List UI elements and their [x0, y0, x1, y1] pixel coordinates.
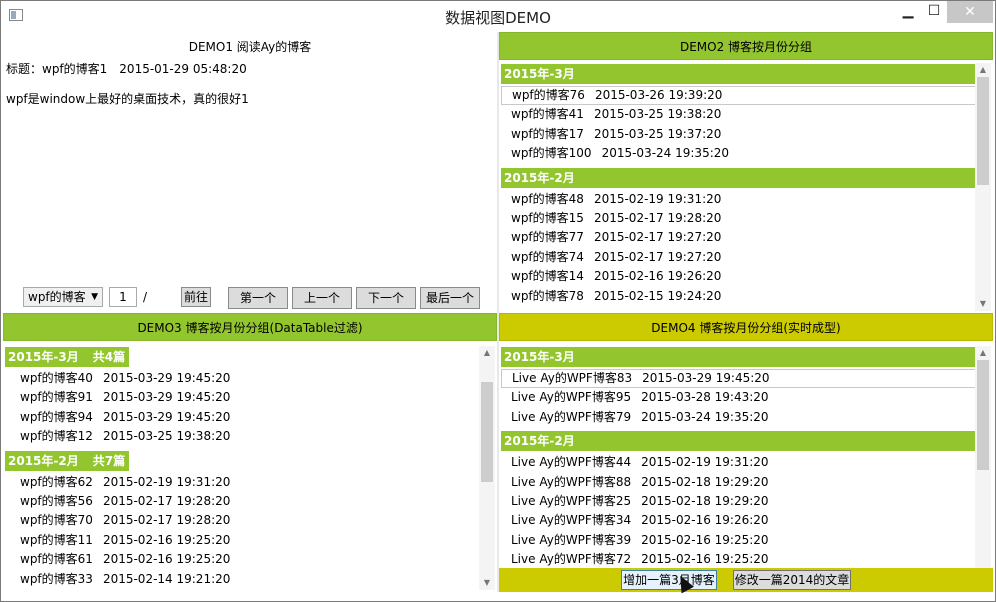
demo4-scrollbar[interactable]: ▲ ▼	[975, 346, 991, 590]
list-item[interactable]: Live Ay的WPF博客39 2015-02-16 19:25:20	[501, 531, 977, 550]
window-title: 数据视图DEMO	[445, 9, 551, 27]
first-button[interactable]: 第一个	[228, 287, 288, 309]
list-item[interactable]: wpf的博客77 2015-02-17 19:27:20	[501, 228, 977, 247]
scroll-up-icon[interactable]: ▲	[479, 346, 495, 360]
demo2-scrollbar[interactable]: ▲ ▼	[975, 63, 991, 311]
list-item[interactable]: wpf的博客33 2015-02-14 19:21:20	[5, 570, 481, 589]
list-item[interactable]: wpf的博客15 2015-02-17 19:28:20	[501, 209, 977, 228]
title-bar[interactable]: 数据视图DEMO ▁ ☐ ✕	[1, 1, 995, 31]
demo3-title: DEMO3 博客按月份分组(DataTable过滤)	[3, 313, 497, 341]
next-button[interactable]: 下一个	[356, 287, 416, 309]
page-total-label: / 100	[143, 290, 166, 312]
group-header: 2015年-2月	[501, 431, 977, 452]
list-item[interactable]: Live Ay的WPF博客25 2015-02-18 19:29:20	[501, 492, 977, 511]
demo4-list: 2015年-3月 Live Ay的WPF博客83 2015-03-29 19:45…	[501, 347, 977, 570]
list-item[interactable]: Live Ay的WPF博客44 2015-02-19 19:31:20	[501, 453, 977, 472]
scroll-thumb[interactable]	[977, 360, 989, 470]
list-item[interactable]: wpf的博客41 2015-03-25 19:38:20	[501, 105, 977, 124]
scroll-thumb[interactable]	[977, 77, 989, 185]
list-item[interactable]: wpf的博客56 2015-02-17 19:28:20	[5, 492, 481, 511]
maximize-button[interactable]: ☐	[919, 1, 949, 23]
demo4-action-bar: 增加一篇3月博客 修改一篇2014的文章	[499, 568, 993, 592]
combo-value: wpf的博客	[28, 290, 86, 304]
close-button[interactable]: ✕	[947, 1, 993, 23]
scroll-up-icon[interactable]: ▲	[975, 346, 991, 360]
demo1-blog-title: 标题：wpf的博客1	[6, 62, 108, 76]
group-count: 共7篇	[92, 453, 126, 468]
app-window: 数据视图DEMO ▁ ☐ ✕ DEMO1 阅读Ay的博客 标题：wpf的博客1 2…	[0, 0, 996, 602]
list-item[interactable]: wpf的博客17 2015-03-25 19:37:20	[501, 125, 977, 144]
scroll-thumb[interactable]	[481, 382, 493, 482]
edit-2014-article-button[interactable]: 修改一篇2014的文章	[733, 570, 851, 590]
group-header: 2015年-3月 共4篇	[5, 347, 129, 367]
list-item[interactable]: wpf的博客62 2015-02-19 19:31:20	[5, 473, 481, 492]
scroll-down-icon[interactable]: ▼	[479, 576, 495, 590]
list-item[interactable]: wpf的博客11 2015-02-16 19:25:20	[5, 531, 481, 550]
list-item[interactable]: wpf的博客14 2015-02-16 19:26:20	[501, 267, 977, 286]
list-item[interactable]: wpf的博客91 2015-03-29 19:45:20	[5, 388, 481, 407]
demo1-blog-content: wpf是window上最好的桌面技术，真的很好1	[6, 92, 249, 106]
demo3-panel: DEMO3 博客按月份分组(DataTable过滤) 2015年-3月 共4篇 w…	[3, 313, 497, 591]
list-item[interactable]: Live Ay的WPF博客79 2015-03-24 19:35:20	[501, 408, 977, 427]
list-item[interactable]: wpf的博客100 2015-03-24 19:35:20	[501, 144, 977, 163]
list-item[interactable]: wpf的博客74 2015-02-17 19:27:20	[501, 248, 977, 267]
group-header: 2015年-3月	[501, 347, 977, 367]
add-march-blog-button[interactable]: 增加一篇3月博客	[621, 570, 717, 590]
scroll-down-icon[interactable]: ▼	[975, 297, 991, 311]
group-header: 2015年-3月	[501, 64, 977, 84]
previous-button[interactable]: 上一个	[292, 287, 352, 309]
demo2-title: DEMO2 博客按月份分组	[499, 32, 993, 60]
list-item[interactable]: wpf的博客40 2015-03-29 19:45:20	[5, 369, 481, 388]
demo1-title-line: 标题：wpf的博客1 2015-01-29 05:48:20	[6, 60, 259, 77]
group-header: 2015年-2月	[501, 167, 977, 188]
demo4-panel: DEMO4 博客按月份分组(实时成型) 2015年-3月 Live Ay的WPF…	[499, 313, 993, 591]
group-header: 2015年-2月 共7篇	[5, 450, 129, 471]
list-item[interactable]: Live Ay的WPF博客72 2015-02-16 19:25:20	[501, 550, 977, 569]
list-item[interactable]: Live Ay的WPF博客95 2015-03-28 19:43:20	[501, 388, 977, 407]
blog-combo-box[interactable]: wpf的博客 ▼	[23, 287, 103, 307]
list-item[interactable]: wpf的博客70 2015-02-17 19:28:20	[5, 511, 481, 530]
list-item[interactable]: wpf的博客94 2015-03-29 19:45:20	[5, 408, 481, 427]
demo3-scrollbar[interactable]: ▲ ▼	[479, 346, 495, 590]
goto-button[interactable]: 前往	[181, 287, 211, 307]
demo1-blog-date: 2015-01-29 05:48:20	[119, 62, 247, 76]
group-count: 共4篇	[92, 350, 126, 364]
list-item[interactable]: wpf的博客78 2015-02-15 19:24:20	[501, 287, 977, 306]
page-number-input[interactable]: 1	[109, 287, 137, 307]
list-item[interactable]: Live Ay的WPF博客88 2015-02-18 19:29:20	[501, 473, 977, 492]
list-item[interactable]: wpf的博客76 2015-03-26 19:39:20	[501, 86, 977, 106]
scroll-up-icon[interactable]: ▲	[975, 63, 991, 77]
list-item[interactable]: Live Ay的WPF博客83 2015-03-29 19:45:20	[501, 369, 977, 389]
list-item[interactable]: Live Ay的WPF博客34 2015-02-16 19:26:20	[501, 511, 977, 530]
list-item[interactable]: wpf的博客48 2015-02-19 19:31:20	[501, 190, 977, 209]
last-button[interactable]: 最后一个	[420, 287, 480, 309]
demo3-list: 2015年-3月 共4篇 wpf的博客40 2015-03-29 19:45:20 …	[5, 347, 481, 589]
demo2-list: 2015年-3月 wpf的博客76 2015-03-26 19:39:20 wpf…	[501, 64, 977, 306]
demo1-panel: DEMO1 阅读Ay的博客 标题：wpf的博客1 2015-01-29 05:48…	[3, 32, 497, 312]
demo1-title: DEMO1 阅读Ay的博客	[188, 40, 312, 54]
list-item[interactable]: wpf的博客61 2015-02-16 19:25:20	[5, 550, 481, 569]
chevron-down-icon: ▼	[91, 292, 98, 302]
list-item[interactable]: wpf的博客12 2015-03-25 19:38:20	[5, 427, 481, 446]
demo4-title: DEMO4 博客按月份分组(实时成型)	[499, 313, 993, 341]
demo2-panel: DEMO2 博客按月份分组 2015年-3月 wpf的博客76 2015-03-2…	[499, 32, 993, 312]
